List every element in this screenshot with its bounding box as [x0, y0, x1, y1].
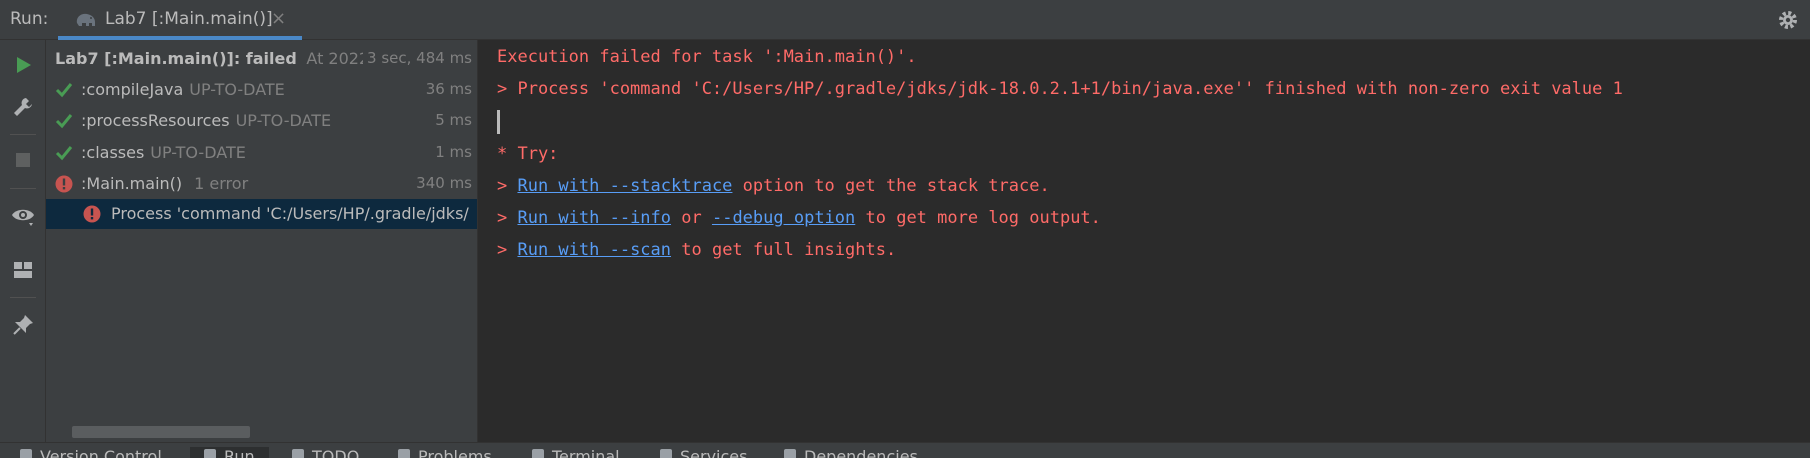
tab-label: Dependencies: [804, 447, 918, 458]
layout-icon[interactable]: [11, 258, 35, 282]
prompt-text: >: [497, 240, 518, 260]
tab-title: Lab7 [:Main.main()]: [105, 9, 273, 29]
stacktrace-text: option to get the stack trace.: [732, 176, 1050, 196]
toolbar-separator: [10, 188, 36, 189]
tree-root-row[interactable]: Lab7 [:Main.main()]: failed At 2022/1( 3…: [46, 44, 477, 74]
toolbar-separator: [10, 134, 36, 135]
info-text: to get more log output.: [855, 208, 1101, 228]
task-duration: 5 ms: [431, 111, 472, 129]
tab-run[interactable]: Run: [190, 447, 269, 458]
console-line-scan: > Run with --scan to get full insights.: [497, 240, 896, 260]
or-text: or: [671, 208, 712, 228]
console-line-stacktrace: > Run with --stacktrace option to get th…: [497, 176, 1050, 196]
branch-icon: [20, 449, 32, 458]
task-label: :compileJava: [81, 80, 184, 99]
tree-row-compilejava[interactable]: :compileJava UP-TO-DATE 36 ms: [46, 75, 477, 105]
root-label: Lab7 [:Main.main()]:: [55, 49, 241, 68]
task-duration: 340 ms: [412, 174, 472, 192]
pin-icon[interactable]: [11, 313, 35, 337]
task-status: UP-TO-DATE: [150, 143, 246, 162]
gear-icon[interactable]: [1776, 8, 1800, 32]
root-status: failed: [245, 49, 297, 68]
tab-terminal[interactable]: Terminal: [532, 447, 620, 458]
terminal-icon: [532, 449, 544, 458]
rerun-icon[interactable]: [11, 53, 35, 77]
console-line-try: * Try:: [497, 144, 559, 164]
gradle-elephant-icon: [76, 13, 95, 26]
run-tool-window-header: Run: Lab7 [:Main.main()] ×: [0, 0, 1810, 40]
tab-version-control[interactable]: Version Control: [20, 447, 162, 458]
wrench-icon[interactable]: [11, 95, 35, 119]
task-status: UP-TO-DATE: [189, 80, 285, 99]
task-status: 1 error: [194, 174, 249, 193]
task-label: :processResources: [81, 111, 230, 130]
tab-lab7-main[interactable]: Lab7 [:Main.main()] ×: [58, 0, 302, 40]
tab-label: TODO: [312, 447, 360, 458]
bottom-tool-bar: Version Control Run TODO Problems Termin…: [0, 442, 1810, 458]
tab-label: Problems: [418, 447, 492, 458]
services-icon: [660, 449, 672, 458]
console-line-execution-failed: Execution failed for task ':Main.main()'…: [497, 47, 917, 67]
tab-label: Services: [680, 447, 748, 458]
prompt-text: >: [497, 208, 518, 228]
run-toolbar: [0, 40, 46, 442]
console-output[interactable]: Execution failed for task ':Main.main()'…: [478, 40, 1810, 442]
close-icon[interactable]: ×: [271, 8, 286, 29]
check-icon: [55, 146, 73, 161]
list-icon: [292, 449, 304, 458]
check-icon: [55, 83, 73, 98]
task-duration: 1 ms: [431, 143, 472, 161]
error-detail-label: Process 'command 'C:/Users/HP/.gradle/jd…: [111, 204, 469, 223]
tab-label: Version Control: [40, 447, 162, 458]
tree-row-main[interactable]: :Main.main() 1 error 340 ms: [46, 169, 477, 199]
tab-problems[interactable]: Problems: [398, 447, 492, 458]
text-caret: [497, 110, 500, 134]
task-status: UP-TO-DATE: [235, 111, 332, 130]
build-tree: Lab7 [:Main.main()]: failed At 2022/1( 3…: [46, 40, 478, 442]
tab-label: Terminal: [552, 447, 620, 458]
tree-row-error-detail[interactable]: Process 'command 'C:/Users/HP/.gradle/jd…: [46, 199, 477, 229]
tab-label: Run: [224, 447, 255, 458]
console-line-process: > Process 'command 'C:/Users/HP/.gradle/…: [497, 79, 1623, 99]
scan-text: to get full insights.: [671, 240, 897, 260]
error-icon: [55, 175, 73, 193]
error-icon: [83, 205, 101, 223]
root-duration: 3 sec, 484 ms: [363, 49, 472, 67]
tree-row-classes[interactable]: :classes UP-TO-DATE 1 ms: [46, 138, 477, 168]
problems-icon: [398, 449, 410, 458]
tab-todo[interactable]: TODO: [292, 447, 359, 458]
task-duration: 36 ms: [421, 80, 472, 98]
stop-icon[interactable]: [11, 148, 35, 172]
check-icon: [55, 114, 73, 129]
stacktrace-link[interactable]: Run with --stacktrace: [517, 176, 732, 196]
task-label: :classes: [81, 143, 145, 162]
tab-services[interactable]: Services: [660, 447, 747, 458]
debug-link[interactable]: --debug option: [712, 208, 855, 228]
task-label: :Main.main(): [81, 174, 183, 193]
tab-dependencies[interactable]: Dependencies: [784, 447, 918, 458]
info-link[interactable]: Run with --info: [517, 208, 671, 228]
run-label: Run:: [10, 9, 49, 29]
scan-link[interactable]: Run with --scan: [517, 240, 671, 260]
tree-horizontal-scrollbar[interactable]: [72, 426, 250, 438]
tree-row-processresources[interactable]: :processResources UP-TO-DATE 5 ms: [46, 106, 477, 136]
prompt-text: >: [497, 176, 518, 196]
run-icon: [204, 449, 216, 458]
console-line-info: > Run with --info or --debug option to g…: [497, 208, 1101, 228]
dependencies-icon: [784, 449, 796, 458]
toolbar-separator: [10, 297, 36, 298]
eye-icon[interactable]: [11, 204, 35, 228]
